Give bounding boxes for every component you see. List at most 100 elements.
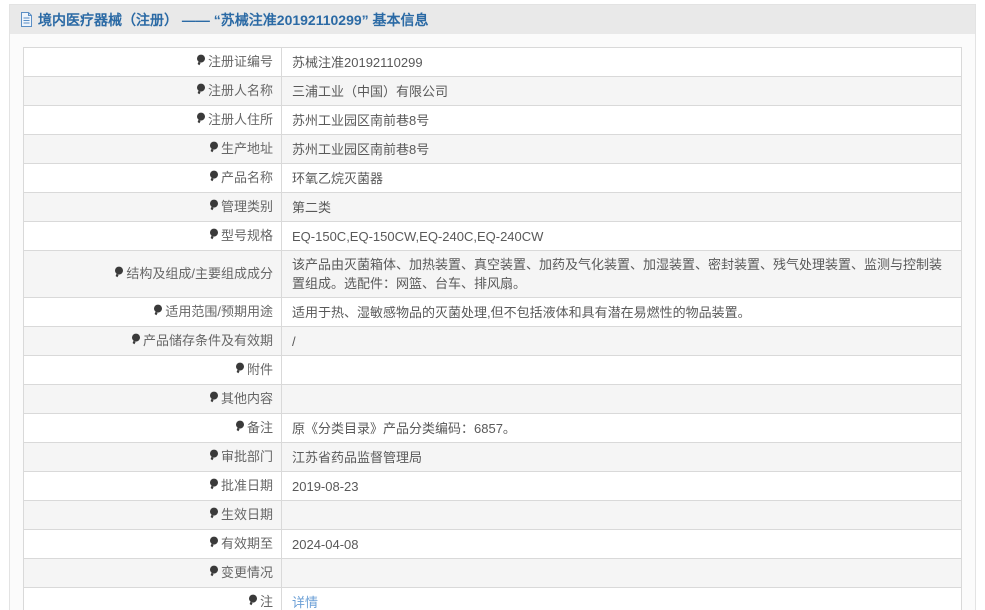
table-row: 产品储存条件及有效期 /	[23, 326, 962, 356]
table-row: 生效日期	[23, 500, 962, 530]
row-value: 详情	[281, 587, 962, 610]
row-value: 苏械注准20192110299	[281, 47, 962, 77]
lightbulb-icon	[131, 332, 141, 351]
row-label-text: 注	[259, 594, 273, 609]
lightbulb-icon	[196, 111, 206, 130]
lightbulb-icon	[196, 53, 206, 72]
panel-body: 注册证编号 苏械注准20192110299 注册人名称 三浦工业（中国）有限公司…	[10, 34, 975, 610]
table-row: 其他内容	[23, 384, 962, 414]
lightbulb-icon	[209, 506, 219, 525]
table-row: 产品名称 环氧乙烷灭菌器	[23, 163, 962, 193]
row-value: 适用于热、湿敏感物品的灭菌处理,但不包括液体和具有潜在易燃性的物品装置。	[281, 297, 962, 327]
row-label-text: 有效期至	[220, 536, 273, 551]
row-label-text: 型号规格	[220, 228, 273, 243]
page-title: 境内医疗器械（注册） —— “苏械注准20192110299” 基本信息	[38, 11, 429, 28]
table-row: 变更情况	[23, 558, 962, 588]
table-row: 注册证编号 苏械注准20192110299	[23, 47, 962, 77]
lightbulb-icon	[235, 361, 245, 380]
row-label: 结构及组成/主要组成成分	[23, 250, 282, 298]
row-value	[281, 558, 962, 588]
row-value: 江苏省药品监督管理局	[281, 442, 962, 472]
row-label: 变更情况	[23, 558, 282, 588]
row-label: 型号规格	[23, 221, 282, 251]
row-label: 注册证编号	[23, 47, 282, 77]
table-row: 有效期至 2024-04-08	[23, 529, 962, 559]
row-value	[281, 500, 962, 530]
table-row: 生产地址 苏州工业园区南前巷8号	[23, 134, 962, 164]
lightbulb-icon	[209, 169, 219, 188]
row-label-text: 适用范围/预期用途	[165, 304, 273, 319]
lightbulb-icon	[209, 390, 219, 409]
table-row: 适用范围/预期用途 适用于热、湿敏感物品的灭菌处理,但不包括液体和具有潜在易燃性…	[23, 297, 962, 327]
table-row: 结构及组成/主要组成成分 该产品由灭菌箱体、加热装置、真空装置、加药及气化装置、…	[23, 250, 962, 298]
row-label: 注	[23, 587, 282, 610]
lightbulb-icon	[114, 265, 124, 284]
row-label: 生效日期	[23, 500, 282, 530]
row-label: 其他内容	[23, 384, 282, 414]
row-label: 产品名称	[23, 163, 282, 193]
row-label-text: 审批部门	[220, 449, 273, 464]
table-row: 管理类别 第二类	[23, 192, 962, 222]
row-value: EQ-150C,EQ-150CW,EQ-240C,EQ-240CW	[281, 221, 962, 251]
row-label-text: 管理类别	[220, 199, 273, 214]
row-value: 2019-08-23	[281, 471, 962, 501]
row-label: 生产地址	[23, 134, 282, 164]
row-label: 注册人住所	[23, 105, 282, 135]
info-panel: 境内医疗器械（注册） —— “苏械注准20192110299” 基本信息 注册证…	[9, 4, 976, 610]
row-label-text: 其他内容	[220, 391, 273, 406]
lightbulb-icon	[153, 303, 163, 322]
row-value: 原《分类目录》产品分类编码：6857。	[281, 413, 962, 443]
row-label-text: 变更情况	[220, 565, 273, 580]
lightbulb-icon	[235, 419, 245, 438]
lightbulb-icon	[209, 198, 219, 217]
info-table: 注册证编号 苏械注准20192110299 注册人名称 三浦工业（中国）有限公司…	[23, 47, 962, 610]
lightbulb-icon	[196, 82, 206, 101]
table-row: 备注 原《分类目录》产品分类编码：6857。	[23, 413, 962, 443]
table-row: 型号规格 EQ-150C,EQ-150CW,EQ-240C,EQ-240CW	[23, 221, 962, 251]
table-row: 附件	[23, 355, 962, 385]
row-value	[281, 355, 962, 385]
row-value: 三浦工业（中国）有限公司	[281, 76, 962, 106]
row-label: 有效期至	[23, 529, 282, 559]
row-label: 产品储存条件及有效期	[23, 326, 282, 356]
row-value: 该产品由灭菌箱体、加热装置、真空装置、加药及气化装置、加湿装置、密封装置、残气处…	[281, 250, 962, 298]
row-value: 第二类	[281, 192, 962, 222]
row-label: 审批部门	[23, 442, 282, 472]
table-row: 审批部门 江苏省药品监督管理局	[23, 442, 962, 472]
table-row: 注册人名称 三浦工业（中国）有限公司	[23, 76, 962, 106]
lightbulb-icon	[209, 564, 219, 583]
table-row: 批准日期 2019-08-23	[23, 471, 962, 501]
details-link[interactable]: 详情	[292, 595, 318, 610]
row-label-text: 附件	[246, 362, 273, 377]
lightbulb-icon	[209, 448, 219, 467]
row-value: 苏州工业园区南前巷8号	[281, 105, 962, 135]
row-label-text: 注册人住所	[207, 112, 273, 127]
row-label-text: 产品名称	[220, 170, 273, 185]
row-label-text: 结构及组成/主要组成成分	[126, 266, 273, 281]
panel-header: 境内医疗器械（注册） —— “苏械注准20192110299” 基本信息	[10, 5, 975, 34]
row-value: /	[281, 326, 962, 356]
row-label: 管理类别	[23, 192, 282, 222]
lightbulb-icon	[209, 140, 219, 159]
table-row: 注册人住所 苏州工业园区南前巷8号	[23, 105, 962, 135]
row-label-text: 备注	[246, 420, 273, 435]
row-label: 适用范围/预期用途	[23, 297, 282, 327]
row-label: 备注	[23, 413, 282, 443]
row-label-text: 生效日期	[220, 507, 273, 522]
row-label: 附件	[23, 355, 282, 385]
table-row: 注 详情	[23, 587, 962, 610]
row-label: 注册人名称	[23, 76, 282, 106]
row-value: 苏州工业园区南前巷8号	[281, 134, 962, 164]
row-value: 环氧乙烷灭菌器	[281, 163, 962, 193]
row-label-text: 注册人名称	[207, 83, 273, 98]
document-icon	[20, 12, 33, 27]
lightbulb-icon	[209, 477, 219, 496]
row-value: 2024-04-08	[281, 529, 962, 559]
row-label-text: 生产地址	[220, 141, 273, 156]
lightbulb-icon	[248, 593, 258, 610]
lightbulb-icon	[209, 227, 219, 246]
row-label: 批准日期	[23, 471, 282, 501]
lightbulb-icon	[209, 535, 219, 554]
row-label-text: 批准日期	[220, 478, 273, 493]
row-label-text: 注册证编号	[207, 54, 273, 69]
